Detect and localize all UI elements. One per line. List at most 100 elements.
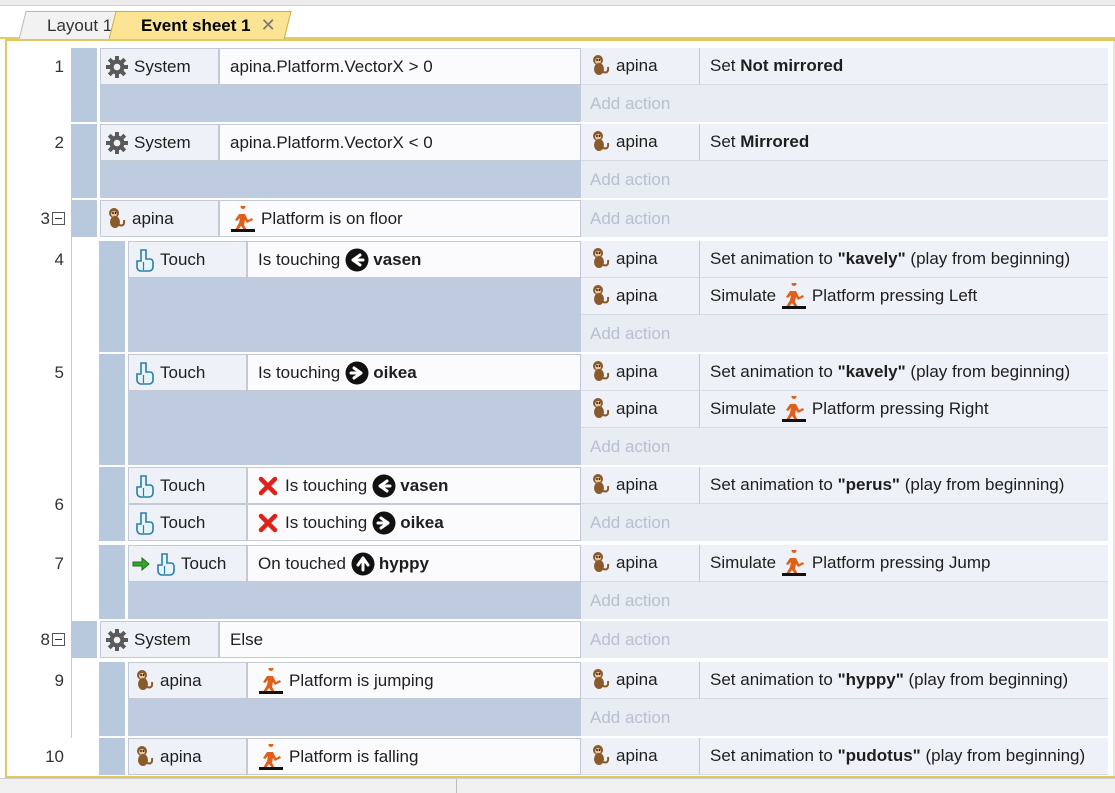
tab-event-sheet-1[interactable]: Event sheet 1 ✕ [108, 11, 292, 40]
condition-filler [128, 391, 581, 465]
event-margin[interactable] [99, 662, 125, 736]
action-value: "pudotus" [837, 746, 921, 765]
condition-text-cell[interactable]: Else [219, 621, 581, 658]
action-object-cell[interactable]: apina [581, 354, 700, 391]
monkey-icon [589, 284, 616, 308]
touch-target-icon [340, 361, 373, 385]
touch-icon [133, 361, 160, 385]
touch-target-up-icon [351, 552, 375, 575]
event-margin[interactable] [71, 621, 97, 658]
condition-object-name: Touch [181, 553, 227, 573]
action-text-cell[interactable]: Set Not mirrored [700, 48, 1108, 85]
close-tab-icon[interactable]: ✕ [261, 15, 276, 35]
action-object-name: apina [616, 362, 658, 381]
condition-object-name: Touch [160, 512, 206, 532]
condition-object-cell[interactable]: apina [100, 200, 219, 237]
action-object-cell[interactable]: apina [581, 278, 700, 315]
event-margin[interactable] [99, 738, 125, 775]
add-action-link[interactable]: Add action [581, 699, 1108, 736]
action-value: "perus" [837, 475, 900, 494]
condition-text-cell[interactable]: Is touching oikea [247, 354, 581, 391]
condition-object-name: apina [160, 746, 202, 766]
add-action-link[interactable]: Add action [581, 504, 1108, 541]
condition-text-cell[interactable]: Is touching vasen [247, 467, 581, 504]
condition-text: apina.Platform.VectorX < 0 [230, 132, 433, 152]
add-action-link[interactable]: Add action [581, 85, 1108, 122]
event-number: 3 [40, 209, 50, 228]
condition-filler [128, 278, 581, 352]
action-value: Mirrored [740, 132, 810, 151]
event-margin[interactable] [71, 48, 97, 122]
condition-object-name: apina [132, 208, 174, 228]
touch-target-icon [340, 248, 373, 272]
add-action-link[interactable]: Add action [581, 582, 1108, 619]
action-text-cell[interactable]: Set Mirrored [700, 124, 1108, 161]
monkey-icon [105, 207, 132, 231]
action-text-cell[interactable]: Simulate Platform pressing Left [700, 278, 1108, 315]
add-action-link[interactable]: Add action [581, 161, 1108, 198]
add-action-link[interactable]: Add action [581, 315, 1108, 352]
condition-object-cell[interactable]: System [100, 124, 219, 161]
action-object-cell[interactable]: apina [581, 241, 700, 278]
collapse-toggle[interactable] [52, 212, 65, 225]
condition-text-cell[interactable]: Platform is on floor [219, 200, 581, 237]
condition-object-cell[interactable]: Touch [128, 354, 247, 391]
action-object-name: apina [616, 249, 658, 268]
monkey-icon [589, 360, 616, 384]
condition-text-cell[interactable]: apina.Platform.VectorX < 0 [219, 124, 581, 161]
action-object-cell[interactable]: apina [581, 48, 700, 85]
condition-text: Platform is falling [289, 746, 419, 766]
add-action-link[interactable]: Add action [581, 621, 1108, 658]
condition-object-cell[interactable]: Touch [128, 545, 247, 582]
action-text-cell[interactable]: Simulate Platform pressing Right [700, 391, 1108, 428]
condition-object-cell[interactable]: apina [128, 738, 247, 775]
condition-object-cell[interactable]: Touch [128, 467, 247, 504]
action-text-cell[interactable]: Set animation to "kavely" (play from beg… [700, 241, 1108, 278]
action-object-cell[interactable]: apina [581, 545, 700, 582]
action-text-cell[interactable]: Set animation to "hyppy" (play from begi… [700, 662, 1108, 699]
monkey-icon [589, 247, 616, 271]
action-object-cell[interactable]: apina [581, 467, 700, 504]
touch-target-name: vasen [400, 475, 449, 495]
condition-text-cell[interactable]: Platform is falling [247, 738, 581, 775]
touch-target-left-icon [345, 248, 369, 271]
action-object-name: apina [616, 399, 658, 418]
touch-target-icon [346, 552, 379, 576]
touch-target-icon [367, 511, 400, 535]
action-text-cell[interactable]: Set animation to "perus" (play from begi… [700, 467, 1108, 504]
collapse-toggle[interactable] [52, 633, 65, 646]
action-text-cell[interactable]: Set animation to "kavely" (play from beg… [700, 354, 1108, 391]
event-margin[interactable] [71, 200, 97, 237]
condition-text-cell[interactable]: Platform is jumping [247, 662, 581, 699]
event-margin[interactable] [99, 354, 125, 465]
add-action-link[interactable]: Add action [581, 200, 1108, 237]
event-number: 9 [54, 671, 64, 690]
add-action-link[interactable]: Add action [581, 428, 1108, 465]
condition-object-cell[interactable]: apina [128, 662, 247, 699]
condition-object-cell[interactable]: Touch [128, 241, 247, 278]
condition-text-cell[interactable]: Is touching oikea [247, 504, 581, 541]
condition-text-cell[interactable]: On touched hyppy [247, 545, 581, 582]
event-margin[interactable] [71, 124, 97, 198]
tab-bar: Layout 1 Event sheet 1 ✕ [0, 6, 1115, 40]
action-text-cell[interactable]: Set animation to "pudotus" (play from be… [700, 738, 1108, 775]
action-text-pre: Set animation to [710, 362, 838, 381]
condition-text-cell[interactable]: Is touching vasen [247, 241, 581, 278]
action-object-cell[interactable]: apina [581, 662, 700, 699]
condition-object-cell[interactable]: System [100, 621, 219, 658]
condition-text-cell[interactable]: apina.Platform.VectorX > 0 [219, 48, 581, 85]
touch-target-name: oikea [373, 362, 417, 382]
action-object-cell[interactable]: apina [581, 124, 700, 161]
event-margin[interactable] [99, 241, 125, 352]
condition-object-cell[interactable]: System [100, 48, 219, 85]
touch-icon [154, 552, 181, 576]
action-text-cell[interactable]: Simulate Platform pressing Jump [700, 545, 1108, 582]
action-object-cell[interactable]: apina [581, 391, 700, 428]
condition-text: Platform is on floor [261, 208, 403, 228]
event-margin[interactable] [99, 467, 125, 541]
action-object-cell[interactable]: apina [581, 738, 700, 775]
event-margin[interactable] [99, 545, 125, 619]
condition-object-cell[interactable]: Touch [128, 504, 247, 541]
monkey-icon [589, 473, 616, 497]
action-text-post: (play from beginning) [905, 249, 1071, 268]
